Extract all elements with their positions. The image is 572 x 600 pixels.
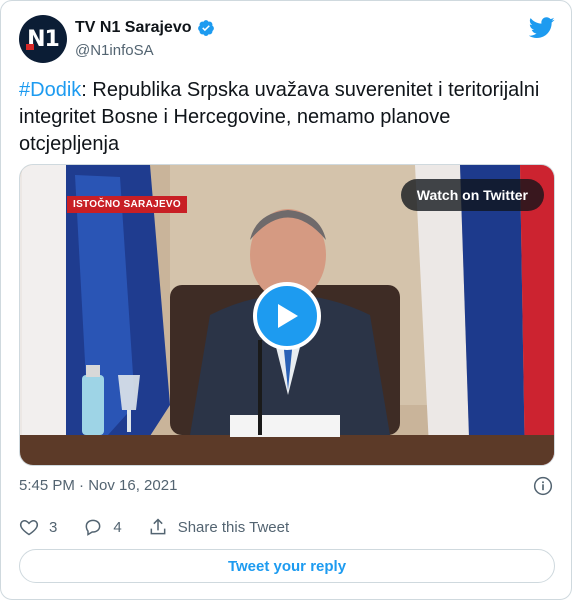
hashtag-link[interactable]: #Dodik bbox=[19, 79, 81, 101]
reply-action[interactable]: 4 bbox=[83, 517, 122, 537]
play-button[interactable] bbox=[253, 282, 321, 350]
video-thumbnail[interactable]: ISTOČNO SARAJEVO Watch on Twitter bbox=[19, 164, 555, 466]
share-action[interactable]: Share this Tweet bbox=[148, 517, 289, 537]
tweet-timestamp[interactable]: 5:45 PM · Nov 16, 2021 bbox=[19, 477, 177, 494]
play-icon bbox=[278, 304, 298, 328]
tweet-body: : Republika Srpska uvažava suverenitet i… bbox=[19, 79, 540, 155]
verified-badge-icon bbox=[197, 20, 214, 36]
tweet-header: N1 TV N1 Sarajevo @N1infoSA bbox=[19, 15, 555, 65]
share-icon bbox=[150, 518, 166, 535]
tweet-your-reply-button[interactable]: Tweet your reply bbox=[19, 549, 555, 583]
display-name[interactable]: TV N1 Sarajevo bbox=[75, 19, 192, 37]
info-icon[interactable] bbox=[533, 476, 553, 496]
twitter-bird-icon[interactable] bbox=[529, 17, 555, 39]
name-row: TV N1 Sarajevo bbox=[75, 19, 215, 37]
reply-bubble-icon bbox=[85, 519, 101, 536]
location-tag: ISTOČNO SARAJEVO bbox=[67, 196, 187, 213]
like-count: 3 bbox=[49, 518, 58, 536]
tweet-embed-card: N1 TV N1 Sarajevo @N1infoSA #Dodik: Repu… bbox=[0, 0, 572, 600]
avatar[interactable]: N1 bbox=[19, 15, 67, 63]
reply-count: 4 bbox=[113, 518, 122, 536]
watch-on-twitter-button[interactable]: Watch on Twitter bbox=[400, 179, 544, 211]
avatar-logo-mark bbox=[26, 44, 34, 50]
like-action[interactable]: 3 bbox=[19, 517, 57, 537]
share-label: Share this Tweet bbox=[177, 518, 290, 536]
account-handle[interactable]: @N1infoSA bbox=[75, 42, 154, 59]
heart-icon bbox=[19, 519, 39, 536]
tweet-actions: 3 4 Share this Tweet bbox=[19, 517, 315, 537]
tweet-text: #Dodik: Republika Srpska uvažava suveren… bbox=[19, 77, 555, 158]
